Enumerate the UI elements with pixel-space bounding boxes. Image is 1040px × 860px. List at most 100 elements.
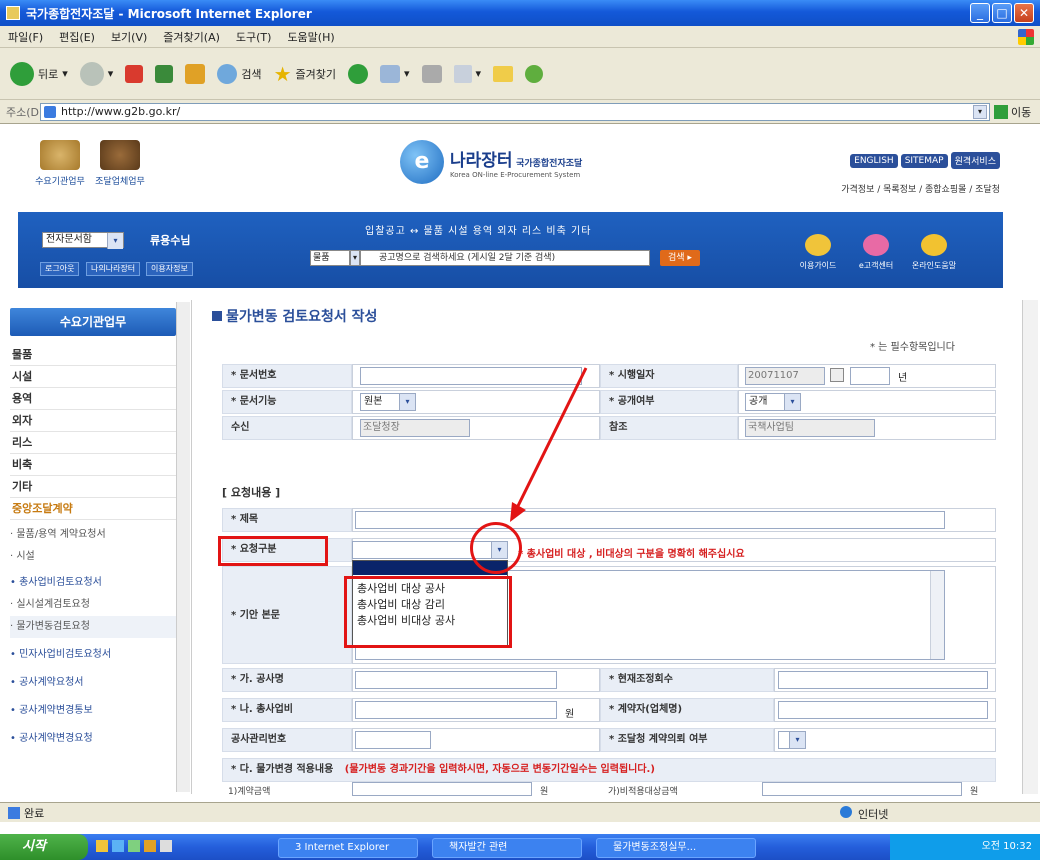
customer-center-link[interactable]: e고객센터: [848, 234, 904, 271]
sidebar-item-central[interactable]: 중앙조달계약: [10, 498, 176, 520]
chevron-down-icon: ▾: [107, 233, 123, 249]
menu-help[interactable]: 도움말(H): [287, 29, 334, 45]
total-cost-input[interactable]: [355, 701, 557, 719]
cc-input[interactable]: 국책사업팀: [745, 419, 875, 437]
taskbar-item-folder[interactable]: 책자발간 관련: [432, 838, 582, 858]
sidebar-item-other[interactable]: 기타: [10, 476, 176, 498]
menu-edit[interactable]: 편집(E): [59, 29, 95, 45]
forward-button[interactable]: ▾: [79, 61, 113, 86]
maximize-button[interactable]: □: [992, 3, 1012, 23]
folder-button[interactable]: [493, 65, 514, 82]
sidebar-item-foreign[interactable]: 외자: [10, 410, 176, 432]
messenger-button[interactable]: [525, 64, 544, 83]
contractor-input[interactable]: [778, 701, 988, 719]
customer-icon: [863, 234, 889, 256]
sidebar-sub-goods-contract[interactable]: · 물품/용역 계약요청서: [10, 524, 176, 546]
refresh-button[interactable]: [155, 64, 174, 83]
sidebar-scrollbar[interactable]: [176, 302, 190, 792]
supplier-link[interactable]: 조달업체업무: [90, 140, 150, 187]
history-button[interactable]: [347, 63, 368, 84]
stop-button[interactable]: [125, 64, 144, 83]
price-change-note: (물가변동 경과기간을 입력하시면, 자동으로 변동기간일수는 입력됩니다.): [344, 764, 655, 775]
back-button[interactable]: 뒤로 ▾: [10, 61, 68, 86]
sidebar-item-service[interactable]: 용역: [10, 388, 176, 410]
history-icon: [347, 63, 368, 84]
non-applicable-input[interactable]: [762, 782, 962, 796]
taskbar-item-ie[interactable]: 3 Internet Explorer: [278, 838, 418, 858]
category-dropdown-icon[interactable]: ▾: [350, 250, 360, 266]
sidebar-item-goods[interactable]: 물품: [10, 344, 176, 366]
quick-launch-icon[interactable]: [128, 840, 140, 852]
search-button[interactable]: 검색: [217, 63, 262, 84]
menu-file[interactable]: 파일(F): [8, 29, 43, 45]
mail-button[interactable]: ▾: [379, 64, 410, 83]
subject-label: * 제목: [222, 508, 352, 532]
sidebar-sub-construction[interactable]: • 공사계약요청서: [10, 672, 176, 694]
year-input[interactable]: [850, 367, 890, 385]
contract-amount-input[interactable]: [352, 782, 532, 796]
english-link[interactable]: ENGLISH: [850, 153, 898, 168]
section-heading: [ 요청내용 ]: [222, 486, 281, 499]
sidebar-sub-price-change[interactable]: · 물가변동검토요청: [10, 616, 176, 638]
mgmt-no-input[interactable]: [355, 731, 431, 749]
remote-service-link[interactable]: 원격서비스: [950, 152, 1000, 169]
logout-button[interactable]: 로그아웃: [40, 262, 80, 276]
minimize-button[interactable]: _: [970, 3, 990, 23]
category-select[interactable]: 물품: [310, 250, 350, 266]
bid-menu[interactable]: 입찰공고 ↔ 물품 시설 용역 외자 리스 비축 기타: [365, 222, 591, 237]
search-input[interactable]: 공고명으로 검색하세요 (게시일 2달 기준 검색): [360, 250, 650, 266]
sidebar-item-stockpile[interactable]: 비축: [10, 454, 176, 476]
sidebar-sub-total-cost[interactable]: • 총사업비검토요청서: [10, 572, 176, 594]
calendar-icon[interactable]: [830, 368, 844, 382]
sidebar-item-lease[interactable]: 리스: [10, 432, 176, 454]
back-arrow-icon: [10, 61, 34, 86]
internet-zone-icon: [840, 806, 852, 818]
proc-request-select[interactable]: ▾: [778, 731, 806, 749]
exec-date-input[interactable]: 20071107: [745, 367, 825, 385]
top-menu[interactable]: 가격정보 / 목록정보 / 종합쇼핑몰 / 조달청: [841, 182, 1000, 195]
page-scrollbar[interactable]: [1022, 300, 1038, 794]
favorites-button[interactable]: ★ 즐겨찾기: [274, 62, 336, 86]
sidebar-item-facility[interactable]: 시설: [10, 366, 176, 388]
print-button[interactable]: [421, 64, 442, 83]
quick-launch-icon[interactable]: [96, 840, 108, 852]
user-info-button[interactable]: 이용자정보: [146, 262, 193, 276]
quick-launch-icon[interactable]: [112, 840, 124, 852]
taskbar-item-doc[interactable]: 물가변동조정실무...: [596, 838, 756, 858]
menu-favorites[interactable]: 즐겨찾기(A): [163, 29, 220, 45]
subject-input[interactable]: [355, 511, 945, 529]
sidebar-sub-design[interactable]: · 실시설계검토요청: [10, 594, 176, 616]
public-select[interactable]: 공개 ▾: [745, 393, 801, 411]
go-button[interactable]: 이동: [994, 103, 1036, 121]
sidebar-sub-change-request[interactable]: • 공사계약변경요청: [10, 728, 176, 750]
home-button[interactable]: [185, 63, 206, 84]
sidebar-sub-change-notice[interactable]: • 공사계약변경통보: [10, 700, 176, 722]
menu-view[interactable]: 보기(V): [111, 29, 147, 45]
sidebar-sub-facility[interactable]: · 시설: [10, 546, 176, 568]
window-titlebar[interactable]: 국가종합전자조달 - Microsoft Internet Explorer: [0, 0, 1040, 26]
menu-tools[interactable]: 도구(T): [236, 29, 272, 45]
online-help-link[interactable]: 온라인도움말: [906, 234, 962, 271]
address-input[interactable]: http://www.g2b.go.kr/ ▾: [40, 103, 990, 121]
recipient-input[interactable]: 조달청장: [360, 419, 470, 437]
demand-agency-link[interactable]: 수요기관업무: [30, 140, 90, 187]
site-logo[interactable]: e 나라장터 국가종합전자조달 Korea ON-line E-Procurem…: [400, 140, 582, 184]
my-naraj-button[interactable]: 나의나라장터: [86, 262, 141, 276]
body-scrollbar[interactable]: [930, 571, 944, 659]
quick-launch-icon[interactable]: [160, 840, 172, 852]
sitemap-link[interactable]: SITEMAP: [900, 153, 948, 168]
adjust-count-input[interactable]: [778, 671, 988, 689]
edit-button[interactable]: ▾: [453, 64, 481, 83]
folder-icon: [493, 65, 514, 82]
sidebar-sub-private[interactable]: • 민자사업비검토요청서: [10, 644, 176, 666]
doc-func-select[interactable]: 원본 ▾: [360, 393, 416, 411]
project-name-input[interactable]: [355, 671, 557, 689]
doc-box-select[interactable]: 전자문서함 ▾: [42, 232, 124, 249]
guide-link[interactable]: 이용가이드: [790, 234, 846, 271]
search-submit-button[interactable]: 검색 ▸: [660, 250, 700, 266]
close-button[interactable]: ✕: [1014, 3, 1034, 23]
address-dropdown-icon[interactable]: ▾: [973, 105, 987, 119]
ie-toolbar: 뒤로 ▾ ▾ 검색 ★ 즐겨찾기 ▾ ▾: [0, 48, 1040, 100]
start-button[interactable]: 시작: [0, 834, 88, 860]
quick-launch-icon[interactable]: [144, 840, 156, 852]
